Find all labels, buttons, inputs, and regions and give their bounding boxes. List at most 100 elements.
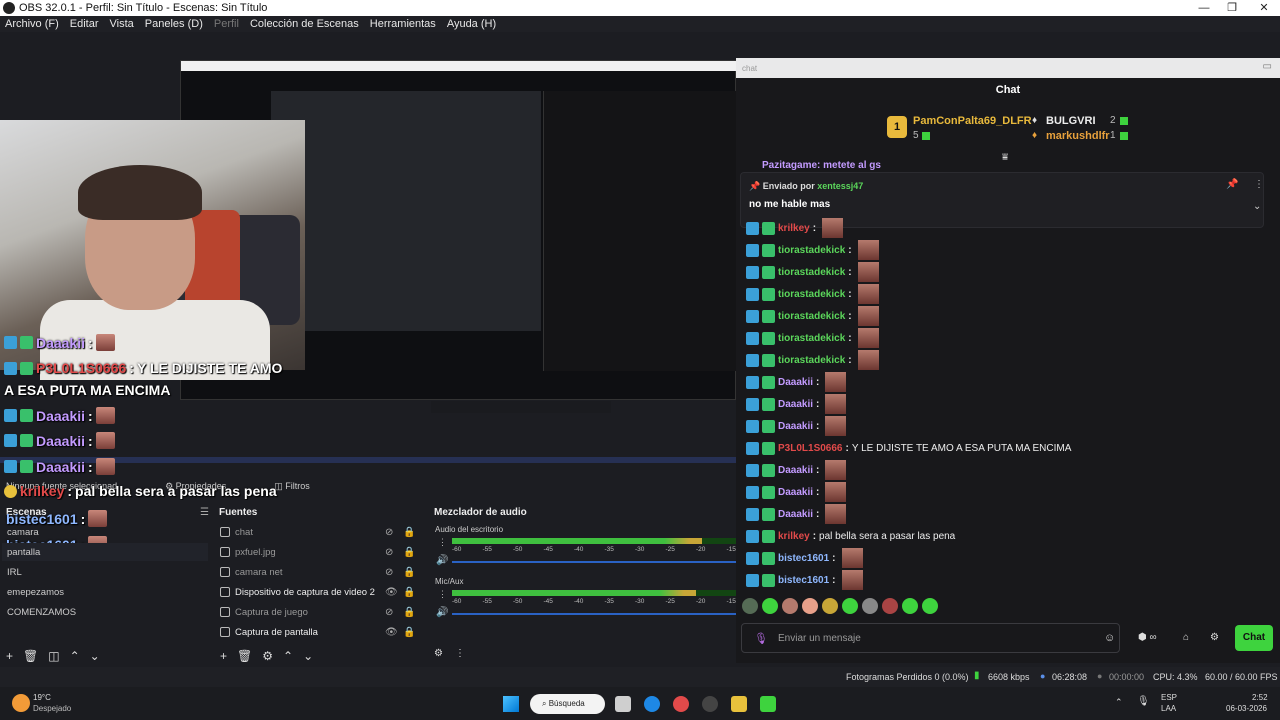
emoji-icon[interactable]: ☺: [1104, 632, 1115, 644]
menu-profile[interactable]: Perfil: [214, 18, 239, 30]
filters-button[interactable]: ◫ Filtros: [274, 481, 310, 492]
edge-icon[interactable]: [644, 696, 660, 712]
volume-slider[interactable]: [452, 561, 736, 563]
remove-scene-icon[interactable]: 🗑: [23, 649, 38, 663]
channel-menu-icon[interactable]: ⋮: [438, 537, 447, 548]
visible-eye-icon[interactable]: 👁: [385, 587, 398, 598]
source-item[interactable]: chat ⊘ 🔒: [220, 523, 420, 541]
emote-icon[interactable]: [802, 598, 818, 614]
send-chat-button[interactable]: Chat: [1235, 625, 1273, 651]
emote-icon[interactable]: [882, 598, 898, 614]
source-item[interactable]: Captura de juego ⊘ 🔒: [220, 603, 420, 621]
chat-username[interactable]: Daaakii: [778, 487, 813, 498]
scene-item[interactable]: COMENZAMOS: [7, 607, 76, 618]
chat-username[interactable]: krilkey: [778, 531, 810, 542]
scene-item[interactable]: emepezamos: [7, 587, 64, 598]
points-icon[interactable]: ⬢ ∞: [1138, 632, 1157, 643]
chrome-icon[interactable]: [673, 696, 689, 712]
hidden-eye-icon[interactable]: ⊘: [385, 567, 393, 578]
menu-tools[interactable]: Herramientas: [370, 18, 436, 30]
chat-username[interactable]: tiorastadekick: [778, 355, 845, 366]
emote-icon[interactable]: [742, 598, 758, 614]
emote-icon[interactable]: [902, 598, 918, 614]
settings-icon[interactable]: ⚙: [1210, 632, 1219, 643]
mic-tray-icon[interactable]: 🎙: [1137, 696, 1150, 707]
task-view-icon[interactable]: [615, 696, 631, 712]
advanced-audio-icon[interactable]: ⚙: [434, 648, 443, 659]
unpin-icon[interactable]: 📌: [1226, 179, 1238, 190]
lock-icon[interactable]: 🔒: [403, 587, 415, 598]
menu-file[interactable]: Archivo (F): [5, 18, 59, 30]
microphone-icon[interactable]: 🎙: [754, 632, 768, 645]
kick-taskbar-icon[interactable]: [760, 696, 776, 712]
source-item[interactable]: Captura de pantalla 👁 🔒: [220, 623, 420, 641]
language-layout[interactable]: LAA: [1161, 704, 1176, 713]
mixer-menu-icon[interactable]: ⋮: [455, 648, 465, 659]
add-scene-icon[interactable]: +: [6, 649, 13, 663]
emote-icon[interactable]: [922, 598, 938, 614]
chat-username[interactable]: bistec1601: [778, 553, 829, 564]
lock-icon[interactable]: 🔒: [403, 547, 415, 558]
menu-docks[interactable]: Paneles (D): [145, 18, 203, 30]
obs-taskbar-icon[interactable]: [702, 696, 718, 712]
chat-input-placeholder[interactable]: Enviar un mensaje: [778, 633, 861, 644]
language-code[interactable]: ESP: [1161, 693, 1177, 702]
windows-start-icon[interactable]: [503, 696, 519, 712]
hidden-eye-icon[interactable]: ⊘: [385, 547, 393, 558]
lock-icon[interactable]: 🔒: [403, 567, 415, 578]
undock-icon[interactable]: ▭: [1263, 61, 1272, 72]
leaderboard-name[interactable]: markushdlfr: [1046, 130, 1110, 142]
speaker-icon[interactable]: 🔊: [436, 555, 448, 566]
emote-icon[interactable]: [842, 598, 858, 614]
chat-username[interactable]: tiorastadekick: [778, 289, 845, 300]
chat-username[interactable]: bistec1601: [778, 575, 829, 586]
collapse-icon[interactable]: ⩸: [1002, 152, 1008, 163]
filters-icon[interactable]: ◫: [48, 649, 59, 663]
chat-username[interactable]: Daaakii: [778, 421, 813, 432]
chat-username[interactable]: Daaakii: [778, 377, 813, 388]
move-up-icon[interactable]: ⌃: [283, 649, 293, 663]
scene-item[interactable]: pantalla: [7, 547, 40, 558]
emote-icon[interactable]: [862, 598, 878, 614]
volume-slider[interactable]: [452, 613, 736, 615]
program-preview[interactable]: Daaakii : P3L0L1S0666 : Y LE DIJISTE TE …: [0, 32, 736, 500]
chat-username[interactable]: Daaakii: [778, 399, 813, 410]
chat-username[interactable]: tiorastadekick: [778, 245, 845, 256]
channel-menu-icon[interactable]: ⋮: [438, 589, 447, 600]
emote-icon[interactable]: [822, 598, 838, 614]
expand-chevron-icon[interactable]: ⌄: [1253, 201, 1261, 212]
lock-icon[interactable]: 🔒: [403, 607, 415, 618]
chat-username[interactable]: tiorastadekick: [778, 333, 845, 344]
remove-source-icon[interactable]: 🗑: [237, 649, 252, 663]
menu-view[interactable]: Vista: [110, 18, 134, 30]
chat-username[interactable]: Daaakii: [778, 509, 813, 520]
chat-username[interactable]: Daaakii: [778, 465, 813, 476]
leaderboard-name[interactable]: BULGVRI: [1046, 115, 1096, 127]
menu-scene-collection[interactable]: Colección de Escenas: [250, 18, 359, 30]
leaderboard-name[interactable]: PamConPalta69_DLFR: [913, 115, 1032, 127]
clock-date[interactable]: 06-03-2026: [1226, 704, 1267, 713]
lock-icon[interactable]: 🔒: [403, 527, 415, 538]
menu-edit[interactable]: Editar: [70, 18, 99, 30]
source-item[interactable]: pxfuel.jpg ⊘ 🔒: [220, 543, 420, 561]
dock-menu-icon[interactable]: ☰: [200, 507, 209, 518]
source-item[interactable]: camara net ⊘ 🔒: [220, 563, 420, 581]
store-icon[interactable]: ⌂: [1183, 632, 1189, 643]
lock-icon[interactable]: 🔒: [403, 627, 415, 638]
chat-username[interactable]: tiorastadekick: [778, 311, 845, 322]
hidden-eye-icon[interactable]: ⊘: [385, 607, 393, 618]
hidden-eye-icon[interactable]: ⊘: [385, 527, 393, 538]
visible-eye-icon[interactable]: 👁: [385, 627, 398, 638]
chat-username[interactable]: krilkey: [778, 223, 810, 234]
more-options-icon[interactable]: ⋮: [1254, 179, 1264, 190]
minimize-button[interactable]: —: [1190, 0, 1218, 16]
move-up-icon[interactable]: ⌃: [70, 649, 80, 663]
close-button[interactable]: ✕: [1250, 0, 1278, 16]
weather-icon[interactable]: [12, 694, 30, 712]
chat-username[interactable]: tiorastadekick: [778, 267, 845, 278]
settings-gear-icon[interactable]: ⚙: [262, 649, 273, 663]
app-taskbar-icon[interactable]: [731, 696, 747, 712]
emote-icon[interactable]: [762, 598, 778, 614]
menu-help[interactable]: Ayuda (H): [447, 18, 496, 30]
chat-username[interactable]: P3L0L1S0666: [778, 443, 843, 454]
